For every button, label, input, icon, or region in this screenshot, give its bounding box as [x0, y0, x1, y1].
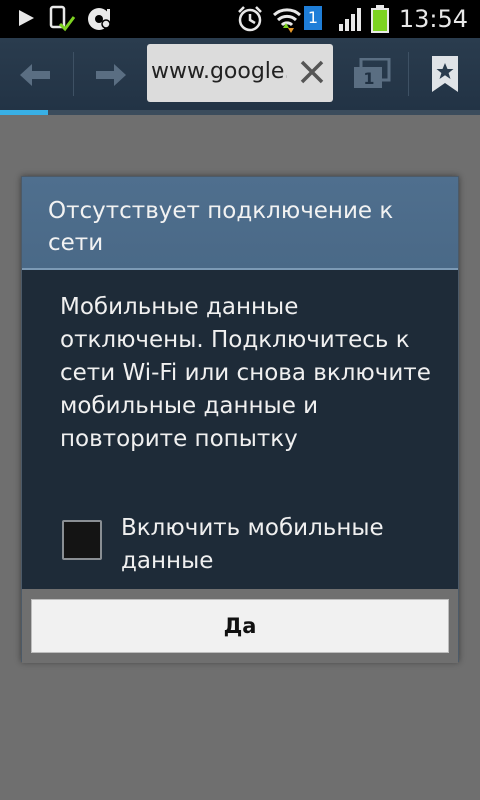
page-load-progress-fill	[0, 110, 48, 115]
bookmarks-button[interactable]	[410, 38, 480, 110]
dialog-header: Отсутствует подключение к сети	[22, 177, 458, 270]
dialog-title: Отсутствует подключение к сети	[48, 198, 394, 256]
bookmark-star-icon	[430, 54, 460, 98]
url-text: www.google.	[151, 59, 287, 84]
media-icon	[86, 5, 116, 37]
browser-toolbar: www.google. 1	[0, 38, 480, 110]
play-icon	[16, 8, 36, 32]
url-field[interactable]: www.google.	[147, 44, 333, 102]
dialog-message: Мобильные данные отключены. Подключитесь…	[60, 294, 431, 452]
no-connection-dialog: Отсутствует подключение к сети Мобильные…	[21, 176, 459, 663]
enable-mobile-data-option[interactable]: Включить мобильные данные	[62, 512, 442, 582]
enable-mobile-data-label[interactable]: Включить мобильные данные	[121, 512, 441, 578]
arrow-right-icon	[94, 62, 128, 92]
toolbar-divider	[408, 52, 409, 96]
battery-icon	[370, 4, 390, 38]
signal-icon	[338, 6, 364, 36]
status-time: 13:54	[398, 5, 468, 33]
dialog-button-area: Да	[22, 589, 458, 663]
ok-button[interactable]: Да	[31, 599, 449, 653]
arrow-left-icon	[18, 62, 52, 92]
phone-check-icon	[48, 5, 76, 37]
wifi-icon	[272, 4, 302, 38]
forward-button[interactable]	[74, 38, 144, 110]
sim-1-icon: 1	[304, 6, 322, 30]
tabs-count: 1	[363, 69, 375, 88]
page-load-progress	[0, 110, 480, 115]
status-bar: 1 13:54	[0, 0, 480, 38]
tabs-button[interactable]: 1	[338, 38, 408, 110]
back-button[interactable]	[0, 38, 72, 110]
close-icon[interactable]	[299, 59, 325, 89]
alarm-icon	[236, 5, 264, 37]
enable-mobile-data-checkbox[interactable]	[62, 520, 102, 560]
